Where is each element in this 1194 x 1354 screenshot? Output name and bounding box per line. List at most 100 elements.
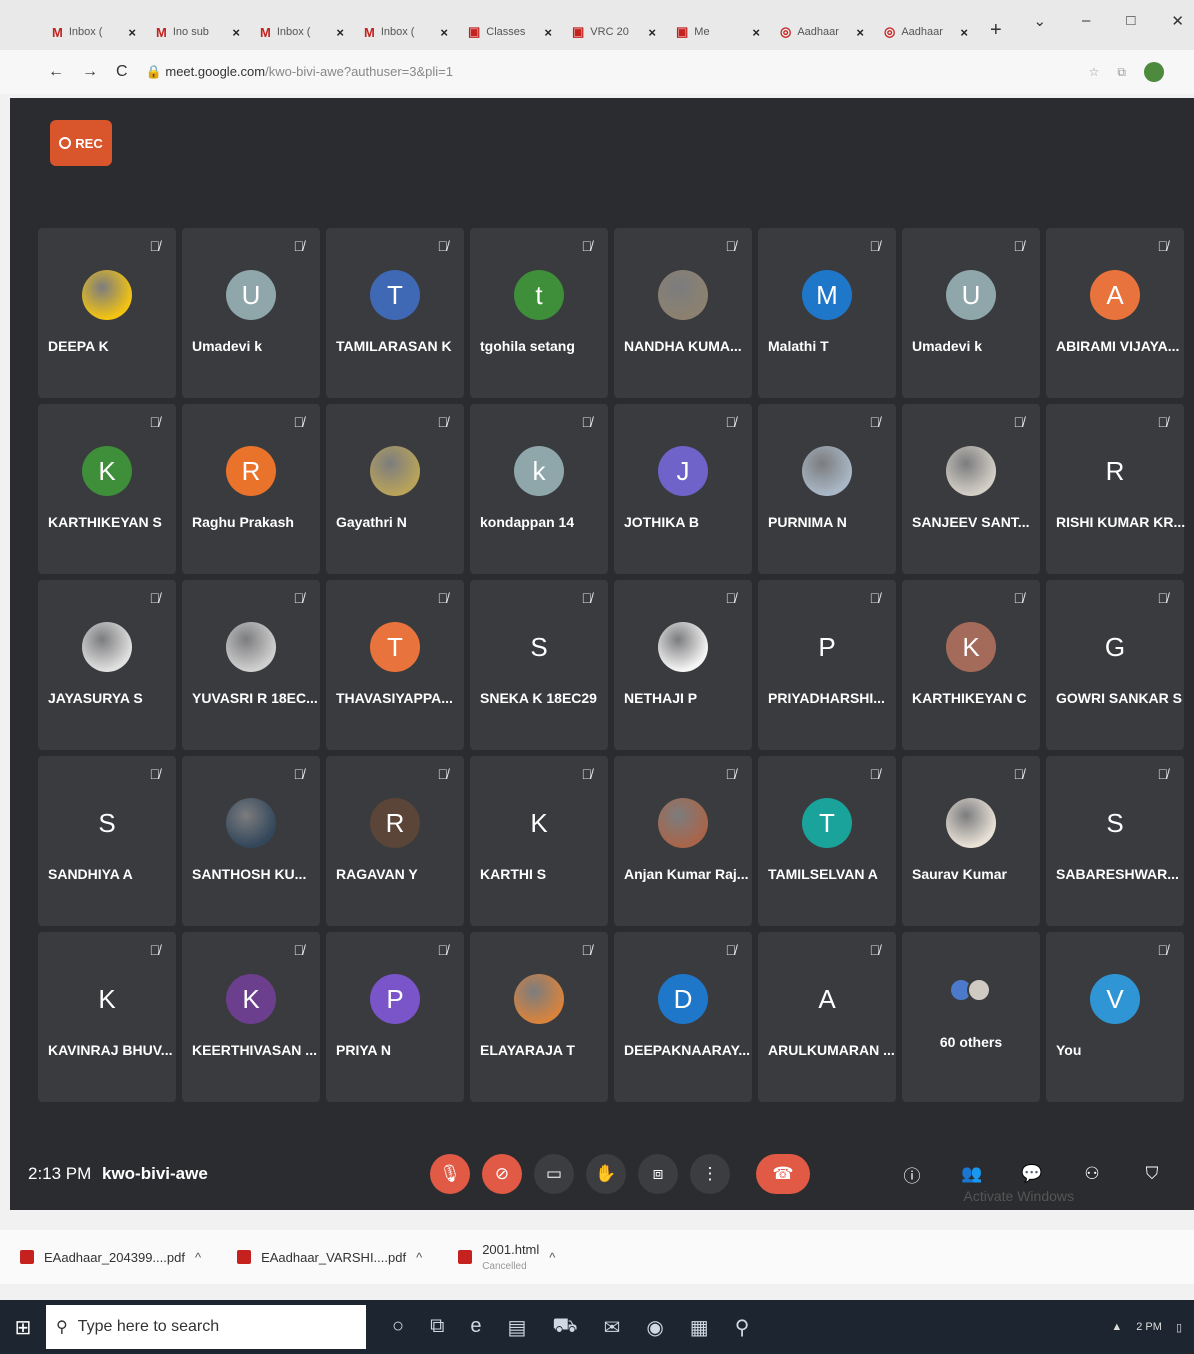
participant-tile[interactable]: 🎙̸ A ARULKUMARAN ... [758, 932, 896, 1102]
tab-close-icon[interactable]: × [648, 25, 656, 40]
participant-tile[interactable]: 🎙̸ R Raghu Prakash [182, 404, 320, 574]
raise-hand-button[interactable]: ✋ [586, 1154, 626, 1194]
participant-tile[interactable]: 🎙̸ Saurav Kumar [902, 756, 1040, 926]
windows-start-icon[interactable]: ⊞ [0, 1300, 46, 1354]
more-options-button[interactable]: ⋮ [690, 1154, 730, 1194]
participant-tile[interactable]: 🎙̸ PURNIMA N [758, 404, 896, 574]
participant-tile-you[interactable]: 🎙̸ V You [1046, 932, 1184, 1102]
minimize-button[interactable]: – [1082, 12, 1090, 30]
download-item[interactable]: EAadhaar_204399....pdf ^ [20, 1250, 201, 1265]
participant-tile[interactable]: 🎙̸ DEEPA K [38, 228, 176, 398]
tab-close-icon[interactable]: × [752, 25, 760, 40]
participant-tile[interactable]: 🎙̸ NETHAJI P [614, 580, 752, 750]
tab-close-icon[interactable]: × [544, 25, 552, 40]
browser-tab[interactable]: ▣ Me × [668, 14, 768, 50]
participant-tile[interactable]: 🎙̸ S SANDHIYA A [38, 756, 176, 926]
reload-icon[interactable]: C [116, 63, 128, 81]
participant-tile[interactable]: 🎙̸ K KARTHI S [470, 756, 608, 926]
participant-tile[interactable]: 🎙̸ t tgohila setang [470, 228, 608, 398]
edge-icon[interactable]: e [470, 1315, 481, 1340]
download-item[interactable]: EAadhaar_VARSHI....pdf ^ [237, 1250, 422, 1265]
participant-tile[interactable]: 🎙̸ P PRIYADHARSHI... [758, 580, 896, 750]
participant-tile[interactable]: 🎙̸ Gayathri N [326, 404, 464, 574]
participant-tile[interactable]: 🎙̸ U Umadevi k [182, 228, 320, 398]
file-explorer-icon[interactable]: ▤ [508, 1315, 527, 1340]
tray-clock[interactable]: 2 PM [1136, 1321, 1162, 1333]
participant-tile[interactable]: 🎙̸ ELAYARAJA T [470, 932, 608, 1102]
participant-tile[interactable]: 🎙̸ K KAVINRAJ BHUV... [38, 932, 176, 1102]
download-item[interactable]: 2001.html Cancelled ^ [458, 1242, 555, 1272]
participant-tile[interactable]: 🎙̸ SANTHOSH KU... [182, 756, 320, 926]
participant-tile[interactable]: 🎙̸ Anjan Kumar Raj... [614, 756, 752, 926]
browser-tab[interactable]: M Inbox (× [356, 14, 456, 50]
tab-close-icon[interactable]: × [440, 25, 448, 40]
participant-tile[interactable]: 🎙̸ S SNEKA K 18EC29 [470, 580, 608, 750]
notifications-icon[interactable]: ▯ [1176, 1321, 1182, 1334]
maximize-button[interactable]: □ [1126, 12, 1135, 30]
participant-tile-others[interactable]: 60 others [902, 932, 1040, 1102]
participant-tile[interactable]: 🎙̸ P PRIYA N [326, 932, 464, 1102]
participant-tile[interactable]: 🎙̸ T TAMILARASAN K [326, 228, 464, 398]
tab-close-icon[interactable]: × [960, 25, 968, 40]
participant-tile[interactable]: 🎙̸ NANDHA KUMA... [614, 228, 752, 398]
participant-tile[interactable]: 🎙̸ YUVASRI R 18EC... [182, 580, 320, 750]
participant-tile[interactable]: 🎙̸ A ABIRAMI VIJAYA... [1046, 228, 1184, 398]
cortana-icon[interactable]: ○ [392, 1315, 404, 1340]
tab-close-icon[interactable]: × [232, 25, 240, 40]
url-field[interactable]: 🔒 meet.google.com/kwo-bivi-awe?authuser=… [146, 64, 453, 80]
camera-toggle-button[interactable]: ⊘ [482, 1154, 522, 1194]
participant-tile[interactable]: 🎙̸ SANJEEV SANT... [902, 404, 1040, 574]
mail-icon[interactable]: ✉ [604, 1315, 621, 1340]
chevron-up-icon[interactable]: ^ [195, 1250, 201, 1265]
participant-tile[interactable]: 🎙̸ JAYASURYA S [38, 580, 176, 750]
browser-tab[interactable]: ▣ Classes × [460, 14, 560, 50]
participant-tile[interactable]: 🎙̸ K KEERTHIVASAN ... [182, 932, 320, 1102]
participant-tile[interactable]: 🎙̸ M Malathi T [758, 228, 896, 398]
tab-search-icon[interactable]: ⌄ [1033, 12, 1046, 30]
tab-close-icon[interactable]: × [128, 25, 136, 40]
browser-tab[interactable]: ◎ Aadhaar × [772, 14, 872, 50]
close-window-button[interactable]: ✕ [1171, 12, 1184, 30]
participant-tile[interactable]: 🎙̸ J JOTHIKA B [614, 404, 752, 574]
participant-tile[interactable]: 🎙̸ T TAMILSELVAN A [758, 756, 896, 926]
participant-tile[interactable]: 🎙̸ D DEEPAKNAARAY... [614, 932, 752, 1102]
tab-close-icon[interactable]: × [336, 25, 344, 40]
taskbar-search-input[interactable]: ⚲ Type here to search [46, 1305, 366, 1349]
app-icon[interactable]: ▦ [690, 1315, 709, 1340]
participant-tile[interactable]: 🎙̸ R RISHI KUMAR KR... [1046, 404, 1185, 574]
store-icon[interactable]: ⛟ [552, 1315, 577, 1340]
maps-icon[interactable]: ⚲ [735, 1315, 750, 1340]
back-icon[interactable]: ← [48, 63, 64, 81]
extensions-icon[interactable]: ⧉ [1117, 65, 1126, 80]
participant-tile[interactable]: 🎙̸ S SABARESHWAR... [1046, 756, 1184, 926]
chevron-up-icon[interactable]: ^ [416, 1250, 422, 1265]
meeting-details-button[interactable]: ⓘ [892, 1154, 932, 1194]
participant-tile[interactable]: 🎙̸ U Umadevi k [902, 228, 1040, 398]
chrome-icon[interactable]: ◉ [646, 1315, 663, 1340]
end-call-button[interactable]: ☎ [756, 1154, 810, 1194]
participant-tile[interactable]: 🎙̸ G GOWRI SANKAR S [1046, 580, 1184, 750]
browser-tab[interactable]: ▣ VRC 20 × [564, 14, 664, 50]
browser-tab[interactable]: M Ino sub × [148, 14, 248, 50]
captions-button[interactable]: ▭ [534, 1154, 574, 1194]
participant-tile[interactable]: 🎙̸ T THAVASIYAPPA... [326, 580, 464, 750]
tab-close-icon[interactable]: × [856, 25, 864, 40]
host-controls-button[interactable]: ⛉ [1132, 1154, 1172, 1194]
participant-tile[interactable]: 🎙̸ K KARTHIKEYAN C [902, 580, 1040, 750]
forward-icon[interactable]: → [82, 63, 98, 81]
participant-tile[interactable]: 🎙̸ R RAGAVAN Y [326, 756, 464, 926]
present-button[interactable]: ⧈ [638, 1154, 678, 1194]
participant-tile[interactable]: 🎙̸ k kondappan 14 [470, 404, 608, 574]
browser-tab[interactable]: M Inbox (× [44, 14, 144, 50]
mic-toggle-button[interactable]: 🎙 [430, 1154, 470, 1194]
participant-tile[interactable]: 🎙̸ K KARTHIKEYAN S [38, 404, 176, 574]
bookmark-star-icon[interactable]: ☆ [1089, 65, 1100, 79]
profile-avatar[interactable] [1144, 62, 1164, 82]
task-view-icon[interactable]: ⧉ [430, 1315, 444, 1340]
chevron-up-icon[interactable]: ^ [549, 1250, 555, 1265]
browser-tab[interactable]: M Inbox (× [252, 14, 352, 50]
activities-button[interactable]: ⚇ [1072, 1154, 1112, 1194]
browser-tab[interactable]: ◎ Aadhaar × [876, 14, 976, 50]
network-icon[interactable]: ▲ [1111, 1321, 1122, 1333]
new-tab-button[interactable]: + [980, 19, 1012, 50]
